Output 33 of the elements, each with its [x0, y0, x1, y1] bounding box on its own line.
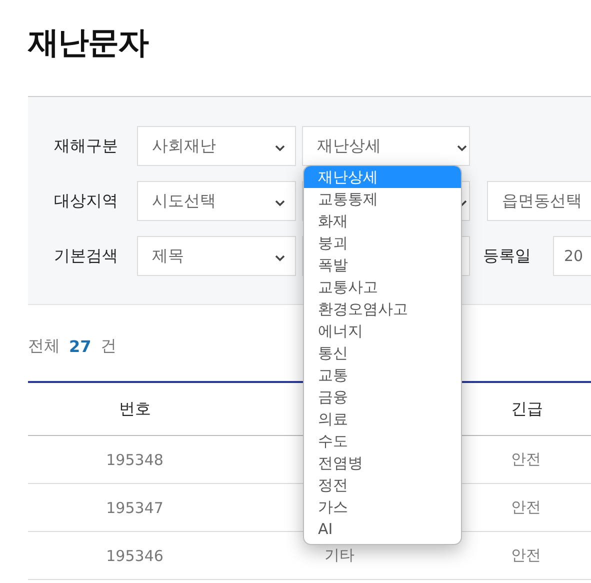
dropdown-option[interactable]: 붕괴 [304, 232, 461, 254]
dropdown-option[interactable]: 의료 [304, 408, 461, 430]
count-unit: 건 [100, 336, 116, 356]
select-field[interactable]: 제목 [137, 236, 296, 276]
input-field[interactable]: 20 [553, 236, 591, 276]
select-field[interactable]: 읍면동선택 [487, 181, 591, 221]
dropdown-option[interactable]: 에너지 [304, 320, 461, 342]
table-cell: 195348 [28, 436, 242, 484]
dropdown-option[interactable]: 교통통제 [304, 188, 461, 210]
select-field[interactable]: 시도선택 [137, 181, 296, 221]
dropdown-option[interactable]: 폭발 [304, 254, 461, 276]
dropdown-option[interactable]: 가스 [304, 496, 461, 518]
select-field[interactable]: 사회재난 [137, 126, 296, 166]
filter-label: 기본검색 [54, 246, 119, 266]
page-title: 재난문자 [28, 24, 150, 62]
dropdown-option[interactable]: 정전 [304, 474, 461, 496]
dropdown-option[interactable]: 전염병 [304, 452, 461, 474]
dropdown-option[interactable]: 금융 [304, 386, 461, 408]
table-cell: 195347 [28, 484, 242, 532]
dropdown-option[interactable]: 수도 [304, 430, 461, 452]
count-label: 전체 [28, 336, 60, 356]
dropdown-option[interactable]: 교통 [304, 364, 461, 386]
column-header: 번호 [28, 382, 242, 436]
dropdown-option[interactable]: 화재 [304, 210, 461, 232]
filter-label: 대상지역 [54, 190, 119, 212]
table-cell: 안전 [438, 532, 591, 580]
table-cell: 195346 [28, 532, 242, 580]
dropdown-option[interactable]: 교통사고 [304, 276, 461, 298]
filter-label: 등록일 [482, 246, 532, 266]
result-count: 27 [69, 336, 92, 356]
filter-label: 재해구분 [54, 136, 119, 156]
dropdown-option[interactable]: 통신 [304, 342, 461, 364]
dropdown-option[interactable]: 환경오염사고 [304, 298, 461, 320]
